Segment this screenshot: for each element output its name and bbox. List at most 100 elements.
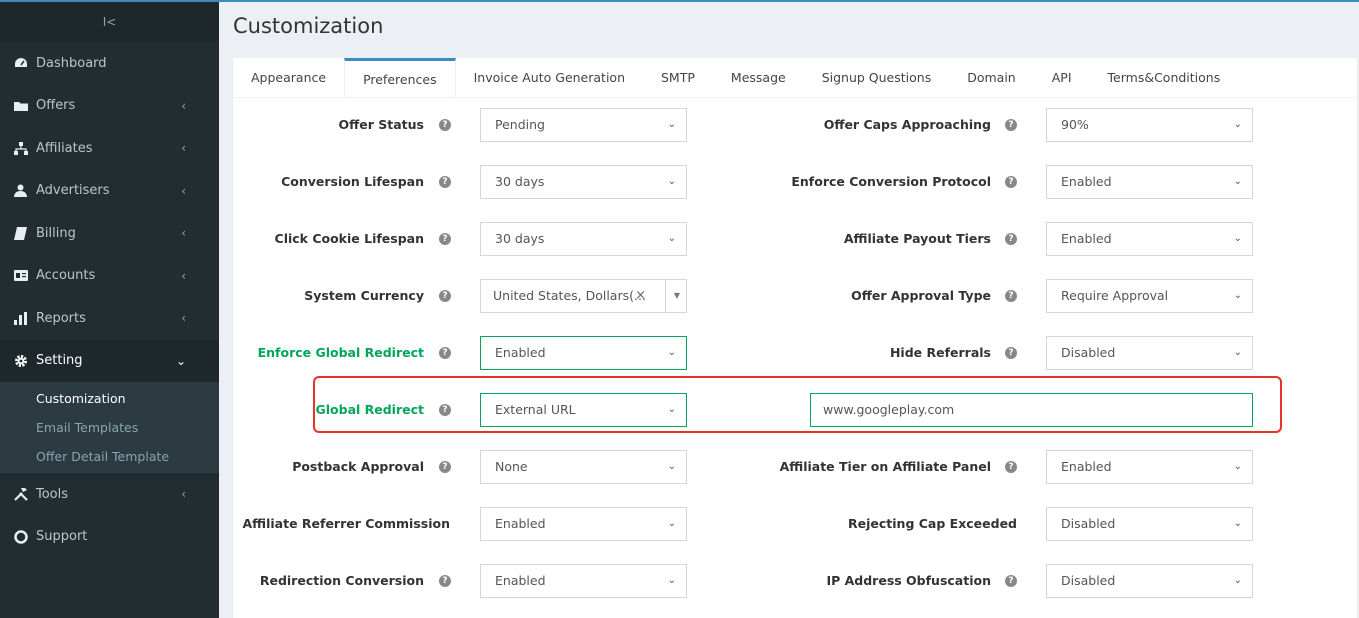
select-value: United States, Dollars(... (493, 288, 646, 303)
chevron-down-icon: ⌄ (1233, 290, 1242, 301)
select-value: Enabled (1061, 459, 1112, 474)
setting-label: Offer Status (338, 117, 424, 132)
sidebar-item-dashboard[interactable]: Dashboard (0, 42, 219, 85)
setting-label: Enforce Global Redirect (257, 345, 424, 360)
tab-domain[interactable]: Domain (949, 58, 1034, 97)
setting-label: Click Cookie Lifespan (274, 231, 424, 246)
help-icon[interactable]: ? (439, 233, 451, 245)
help-icon[interactable]: ? (439, 119, 451, 131)
help-icon[interactable]: ? (439, 575, 451, 587)
sitemap-icon (14, 141, 36, 155)
sidebar-item-tools[interactable]: Tools ‹ (0, 473, 219, 516)
select-value: None (495, 459, 528, 474)
system-currency-select[interactable]: United States, Dollars(... × ▼ (480, 279, 687, 313)
help-icon[interactable]: ? (439, 347, 451, 359)
sidebar-item-affiliates[interactable]: Affiliates ‹ (0, 127, 219, 170)
tab-preferences[interactable]: Preferences (344, 58, 456, 97)
settings-row: Click Cookie Lifespan ? 30 days ⌄ Affilia… (233, 222, 1357, 256)
chevron-down-icon: ⌄ (667, 119, 676, 130)
sidebar-item-setting[interactable]: Setting ⌄ (0, 339, 219, 382)
select-value: Enabled (495, 516, 546, 531)
submenu-item-customization[interactable]: Customization (0, 384, 219, 413)
sidebar-collapse-button[interactable]: I< (0, 0, 219, 42)
help-icon[interactable]: ? (439, 404, 451, 416)
chevron-down-icon: ⌄ (1233, 176, 1242, 187)
tab-message[interactable]: Message (713, 58, 804, 97)
sidebar-item-support[interactable]: Support (0, 516, 219, 559)
setting-label: Rejecting Cap Exceeded (848, 516, 1017, 531)
select-value: Disabled (1061, 345, 1116, 360)
sidebar-item-billing[interactable]: Billing ‹ (0, 212, 219, 255)
tab-api[interactable]: API (1034, 58, 1090, 97)
sidebar-item-advertisers[interactable]: Advertisers ‹ (0, 170, 219, 213)
global-redirect-url-input[interactable]: www.googleplay.com (810, 393, 1253, 427)
sidebar-item-label: Affiliates (36, 140, 93, 156)
setting-label: Affiliate Payout Tiers (843, 231, 991, 246)
chevron-left-icon: ‹ (181, 141, 186, 156)
user-tie-icon (14, 184, 36, 198)
offer-caps-approaching-select[interactable]: 90% ⌄ (1046, 108, 1253, 142)
chevron-down-icon: ⌄ (667, 575, 676, 586)
select-value: Enabled (495, 573, 546, 588)
sidebar-item-accounts[interactable]: Accounts ‹ (0, 255, 219, 298)
tab-signup-questions[interactable]: Signup Questions (804, 58, 950, 97)
rejecting-cap-exceeded-select[interactable]: Disabled ⌄ (1046, 507, 1253, 541)
enforce-conversion-protocol-select[interactable]: Enabled ⌄ (1046, 165, 1253, 199)
help-icon[interactable]: ? (1005, 347, 1017, 359)
main-content: Customization Appearance Preferences Inv… (219, 0, 1359, 618)
setting-label: Global Redirect (315, 402, 424, 417)
affiliate-tier-panel-select[interactable]: Enabled ⌄ (1046, 450, 1253, 484)
settings-row: Global Redirect ? External URL ⌄ www.goog… (233, 393, 1357, 427)
chevron-left-icon: ‹ (181, 226, 186, 241)
setting-label: Enforce Conversion Protocol (791, 174, 991, 189)
divider (665, 280, 666, 312)
chevron-down-icon: ⌄ (1233, 575, 1242, 586)
help-icon[interactable]: ? (439, 461, 451, 473)
chevron-down-icon: ⌄ (175, 353, 186, 368)
submenu-item-email-templates[interactable]: Email Templates (0, 413, 219, 442)
postback-approval-select[interactable]: None ⌄ (480, 450, 687, 484)
folder-icon (14, 100, 36, 112)
select-value: Disabled (1061, 516, 1116, 531)
ip-address-obfuscation-select[interactable]: Disabled ⌄ (1046, 564, 1253, 598)
tab-bar: Appearance Preferences Invoice Auto Gene… (233, 58, 1357, 98)
help-icon[interactable]: ? (439, 290, 451, 302)
setting-label: Affiliate Referrer Commission (242, 516, 450, 531)
redirection-conversion-select[interactable]: Enabled ⌄ (480, 564, 687, 598)
sidebar-item-reports[interactable]: Reports ‹ (0, 297, 219, 340)
tab-invoice-auto-generation[interactable]: Invoice Auto Generation (456, 58, 643, 97)
select-value: 30 days (495, 174, 545, 189)
offer-approval-type-select[interactable]: Require Approval ⌄ (1046, 279, 1253, 313)
select-value: Disabled (1061, 573, 1116, 588)
click-cookie-lifespan-select[interactable]: 30 days ⌄ (480, 222, 687, 256)
offer-status-select[interactable]: Pending ⌄ (480, 108, 687, 142)
help-icon[interactable]: ? (1005, 119, 1017, 131)
chevron-down-icon: ⌄ (667, 518, 676, 529)
enforce-global-redirect-select[interactable]: Enabled ⌄ (480, 336, 687, 370)
help-icon[interactable]: ? (439, 176, 451, 188)
tab-smtp[interactable]: SMTP (643, 58, 713, 97)
setting-label: Offer Caps Approaching (823, 117, 991, 132)
help-icon[interactable]: ? (1005, 233, 1017, 245)
tab-terms-conditions[interactable]: Terms&Conditions (1090, 58, 1239, 97)
sidebar-item-label: Reports (36, 310, 86, 326)
chevron-left-icon: ‹ (181, 268, 186, 283)
hide-referrals-select[interactable]: Disabled ⌄ (1046, 336, 1253, 370)
dashboard-icon (14, 57, 36, 69)
submenu-item-offer-detail-template[interactable]: Offer Detail Template (0, 442, 219, 471)
affiliate-referrer-commission-select[interactable]: Enabled ⌄ (480, 507, 687, 541)
settings-row: Affiliate Referrer Commission Enabled ⌄ R… (233, 507, 1357, 541)
conversion-lifespan-select[interactable]: 30 days ⌄ (480, 165, 687, 199)
chevron-down-icon: ⌄ (1233, 347, 1242, 358)
help-icon[interactable]: ? (1005, 176, 1017, 188)
clear-icon[interactable]: × (635, 280, 646, 312)
select-value: Pending (495, 117, 545, 132)
affiliate-payout-tiers-select[interactable]: Enabled ⌄ (1046, 222, 1253, 256)
help-icon[interactable]: ? (1005, 290, 1017, 302)
help-icon[interactable]: ? (1005, 461, 1017, 473)
chevron-left-icon: ‹ (181, 98, 186, 113)
sidebar-item-offers[interactable]: Offers ‹ (0, 85, 219, 128)
tab-appearance[interactable]: Appearance (233, 58, 344, 97)
help-icon[interactable]: ? (1005, 575, 1017, 587)
global-redirect-select[interactable]: External URL ⌄ (480, 393, 687, 427)
